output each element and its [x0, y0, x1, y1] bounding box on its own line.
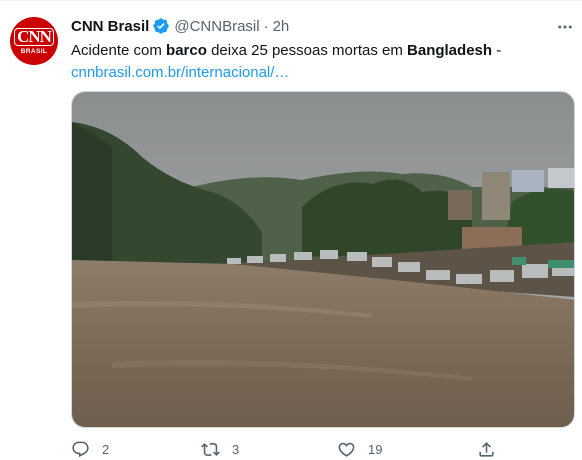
retweet-count: 3 — [232, 442, 240, 457]
top-divider — [0, 0, 582, 1]
avatar[interactable]: CNN BRASIL — [10, 17, 58, 65]
display-name[interactable]: CNN Brasil — [71, 18, 149, 35]
share-button[interactable] — [477, 440, 496, 459]
verified-badge-icon — [153, 18, 170, 34]
reply-icon — [72, 441, 89, 458]
handle[interactable]: @CNNBrasil — [174, 18, 259, 35]
share-icon — [479, 442, 494, 457]
tweet-text: Acidente com barco deixa 25 pessoas mort… — [71, 40, 561, 84]
tweet-text-part: Acidente com — [71, 42, 167, 59]
heart-icon — [338, 442, 355, 457]
tweet-text-part: deixa 25 pessoas mortas em — [206, 42, 408, 59]
separator: · — [263, 17, 269, 35]
tweet-actions: 2 3 19 — [71, 440, 501, 460]
retweet-icon — [201, 443, 220, 456]
avatar-logo-text: CNN — [14, 27, 54, 46]
more-options-icon[interactable] — [556, 18, 574, 36]
tweet-header: CNN Brasil @CNNBrasil · 2h — [71, 16, 289, 36]
tweet-photo[interactable] — [71, 91, 575, 428]
avatar-logo-subtext: BRASIL — [20, 47, 48, 55]
river-photo-image — [72, 92, 574, 427]
timestamp[interactable]: 2h — [273, 18, 290, 35]
tweet-text-bold: Bangladesh — [407, 42, 493, 59]
tweet-text-bold: barco — [166, 42, 207, 59]
tweet-text-part: - — [492, 42, 502, 59]
like-button[interactable]: 19 — [337, 440, 382, 459]
reply-count: 2 — [102, 442, 110, 457]
retweet-button[interactable]: 3 — [201, 440, 239, 459]
reply-button[interactable]: 2 — [71, 440, 109, 459]
tweet-link[interactable]: cnnbrasil.com.br/internacional/… — [71, 64, 289, 81]
like-count: 19 — [368, 442, 383, 457]
